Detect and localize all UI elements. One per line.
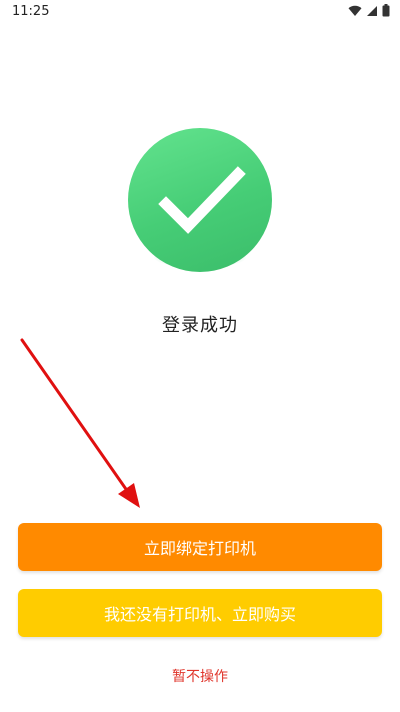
buy-printer-button[interactable]: 我还没有打印机、立即购买 [18, 589, 382, 637]
checkmark-icon [158, 166, 246, 234]
wifi-icon [348, 5, 362, 16]
status-bar: 11:25 [0, 0, 400, 24]
bind-printer-button[interactable]: 立即绑定打印机 [18, 523, 382, 571]
success-title: 登录成功 [162, 315, 238, 336]
status-time: 11:25 [12, 4, 50, 19]
success-badge [128, 128, 272, 278]
skip-link[interactable]: 暂不操作 [0, 666, 400, 686]
battery-icon [382, 4, 390, 17]
signal-icon [367, 5, 377, 16]
status-icons [348, 4, 390, 17]
